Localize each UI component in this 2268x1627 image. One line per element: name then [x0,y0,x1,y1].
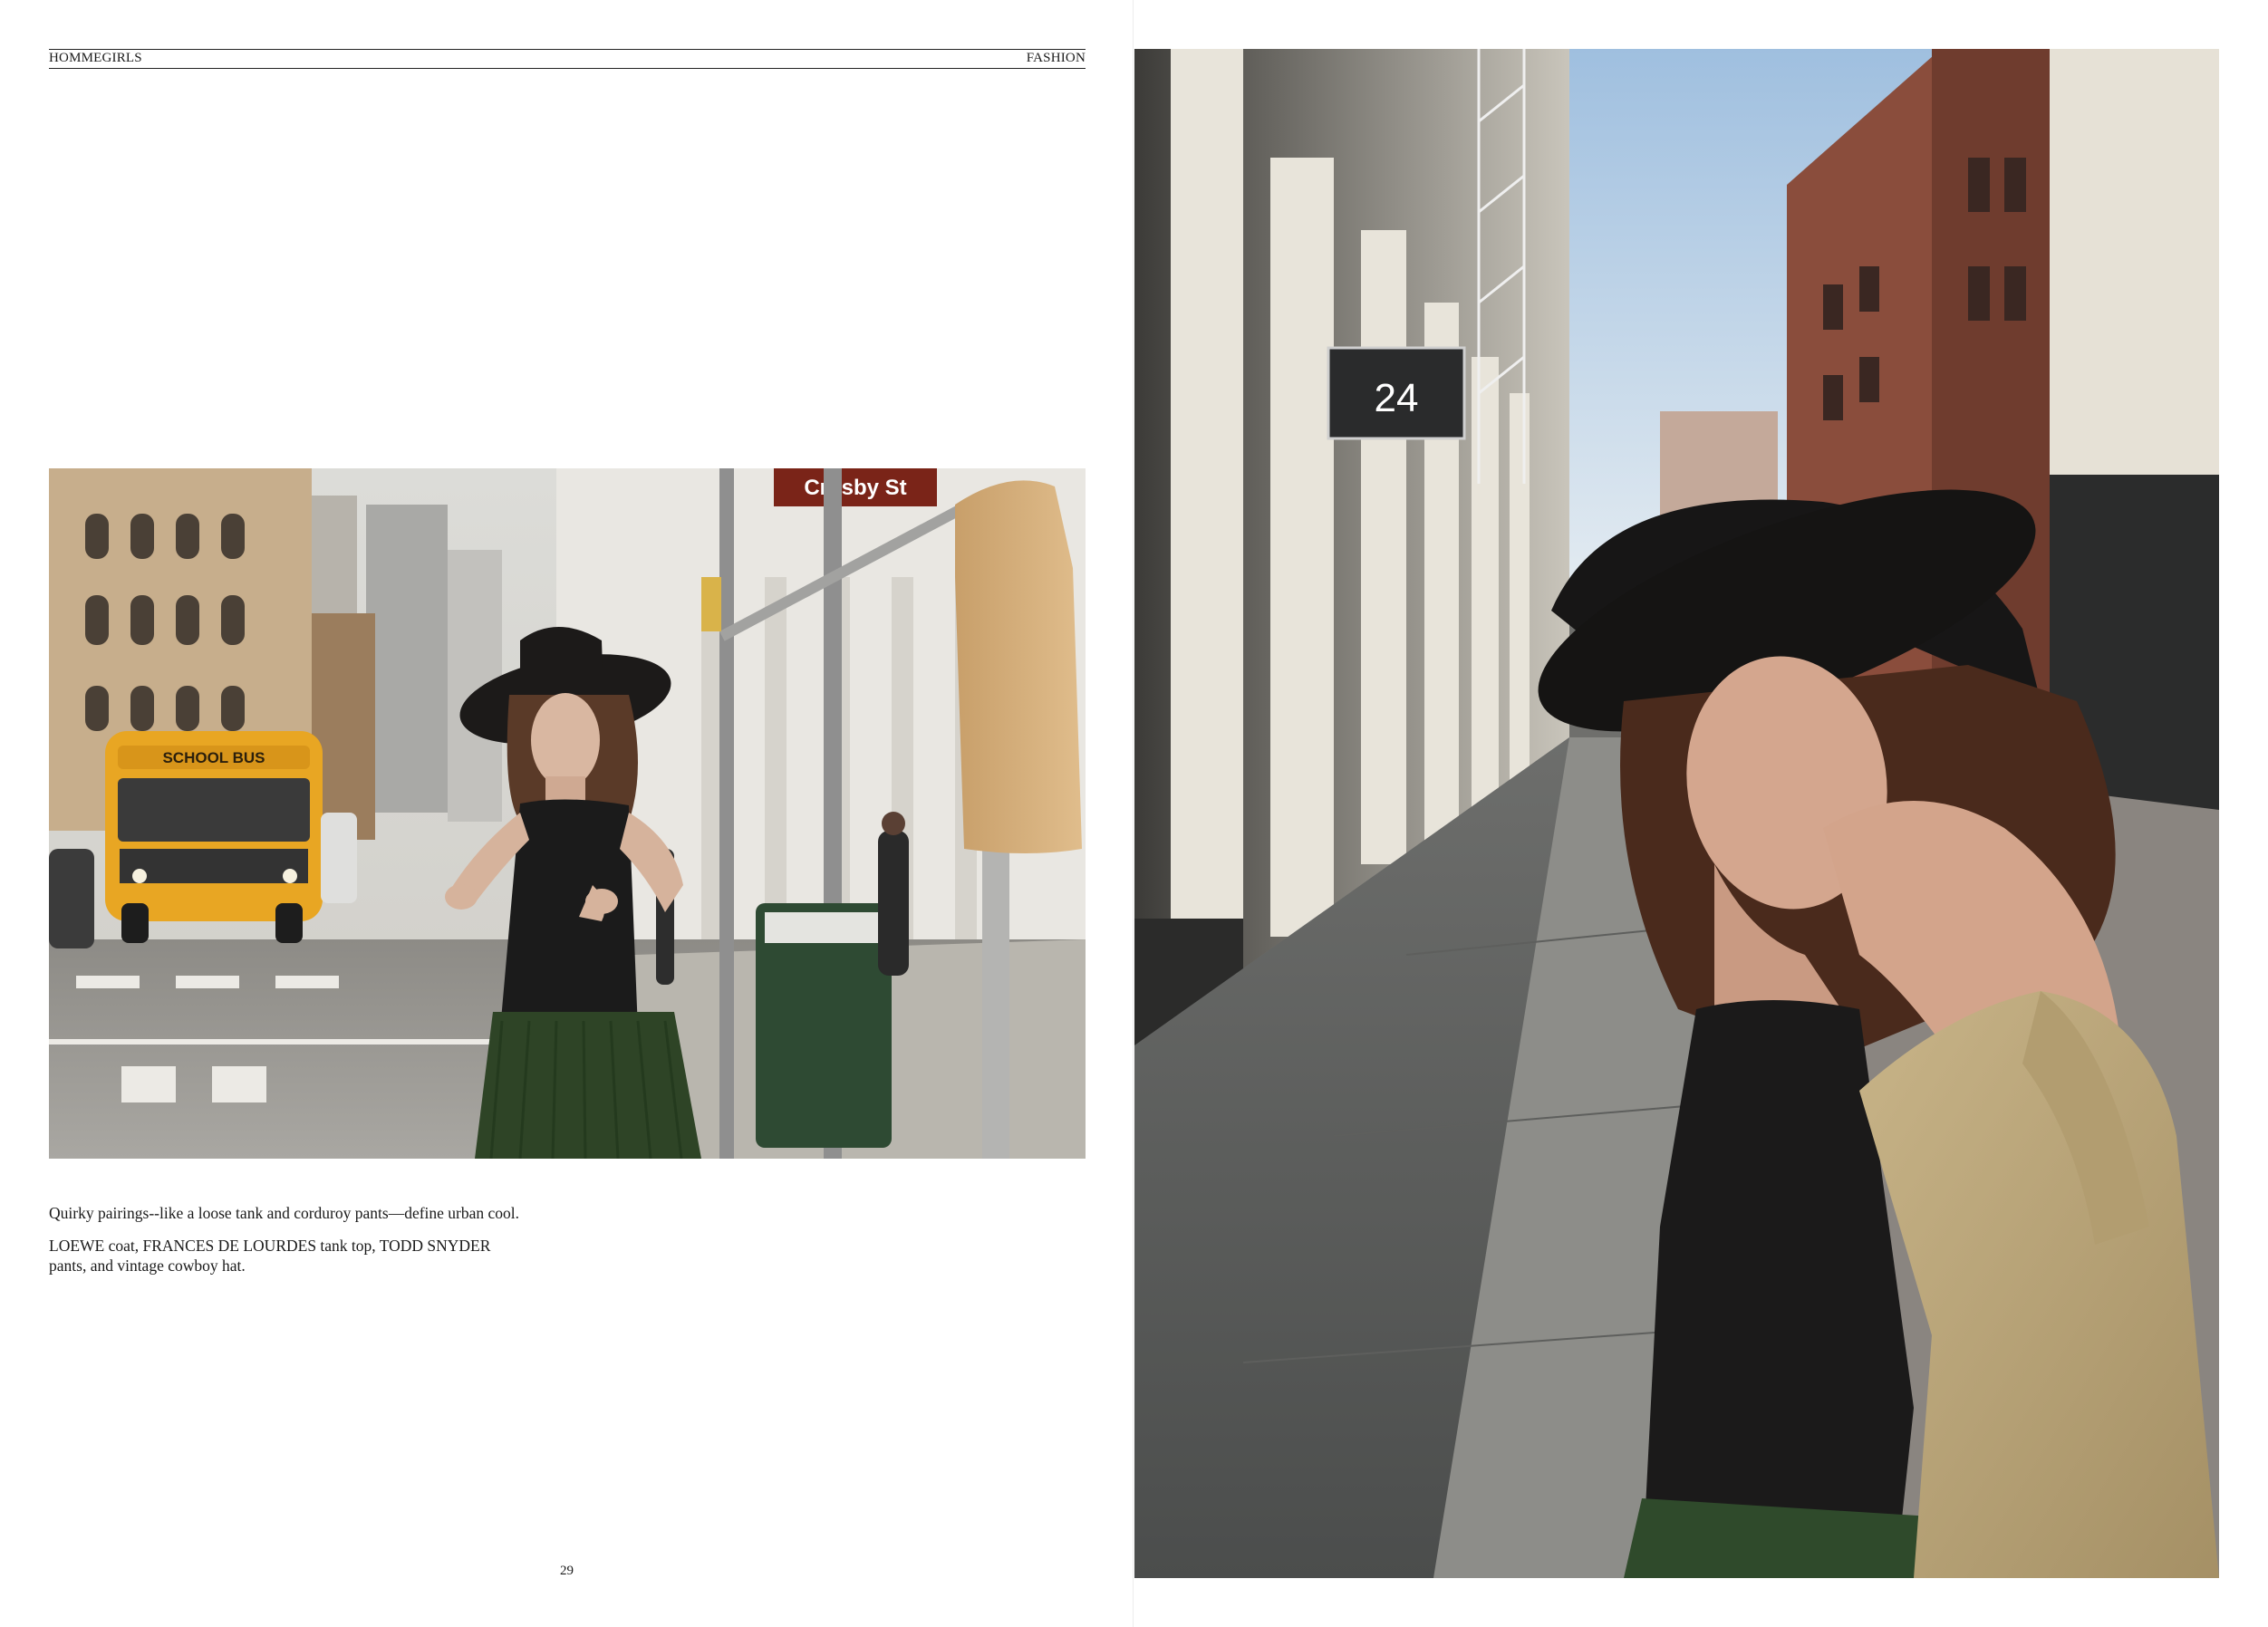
photo-caption: Quirky pairings--like a loose tank and c… [49,1203,611,1276]
svg-text:24: 24 [1375,376,1419,420]
svg-text:SCHOOL BUS: SCHOOL BUS [162,749,265,766]
section-name: FASHION [1026,51,1086,65]
caption-headline: Quirky pairings--like a loose tank and c… [49,1204,520,1222]
running-header: HOMMEGIRLS FASHION [49,49,1086,69]
svg-text:Crosby St: Crosby St [804,476,906,500]
portrait-photo-sidewalk: 24 [1134,49,2219,1578]
street-photo-school-bus: SCHOOL BUS Crosby St [49,468,1086,1159]
credits-line-2: pants, and vintage cowboy hat. [49,1256,246,1275]
school-bus: SCHOOL BUS [105,731,323,943]
page-number: 29 [560,1564,574,1578]
street-photo-illustration: SCHOOL BUS Crosby St [49,468,1086,1159]
portrait-photo-illustration: 24 [1134,49,2219,1578]
fashion-credits: LOEWE coat, FRANCES DE LOURDES tank top,… [49,1236,611,1276]
left-page: HOMMEGIRLS FASHION SCHOOL BUS Crosby St … [0,0,1134,1627]
magazine-name: HOMMEGIRLS [49,51,142,65]
credits-line-1: LOEWE coat, FRANCES DE LOURDES tank top,… [49,1237,491,1255]
